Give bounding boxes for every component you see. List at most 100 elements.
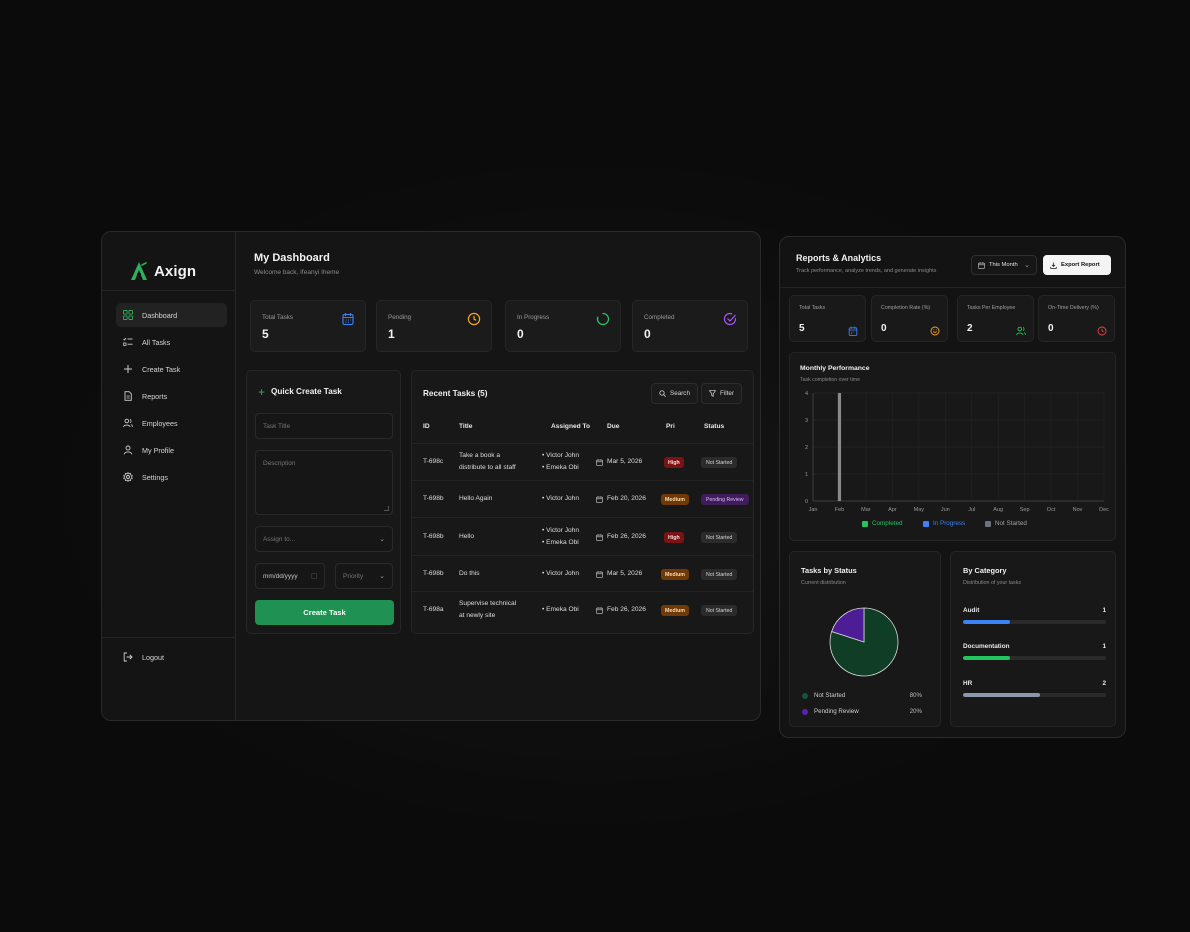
category-value: 1 (1102, 643, 1106, 650)
dashboard-main: My Dashboard Welcome back, Ifeanyi Iheme… (236, 232, 760, 720)
status-badge: Not Started (701, 532, 738, 543)
quick-create-panel: + Quick Create Task Task Title Descripti… (246, 370, 401, 634)
due-date: Feb 26, 2026 (607, 606, 646, 613)
period-select[interactable]: This Month ⌄ (971, 255, 1037, 275)
monthly-performance-panel: Monthly Performance Task completion over… (789, 352, 1116, 541)
stat-label: Total Tasks (799, 305, 826, 311)
task-id: T-698b (423, 570, 444, 577)
stat-label: Total Tasks (262, 314, 294, 321)
legend-percent: 80% (909, 692, 922, 699)
category-bar-fill (963, 656, 1011, 660)
task-title-line: distribute to all staff (459, 464, 516, 471)
calendar-icon (596, 533, 603, 541)
x-tick-label: Jun (941, 507, 950, 513)
category-name: Documentation (963, 643, 1010, 650)
priority-select[interactable]: Priority ⌄ (335, 563, 393, 589)
x-tick-label: May (914, 507, 925, 513)
column-header-priority[interactable]: Pri (666, 423, 675, 430)
check-circle-icon (723, 312, 737, 326)
task-id: T-698a (423, 606, 444, 613)
sidebar-item-settings[interactable]: Settings (116, 465, 227, 489)
table-row[interactable]: T-698b Hello Again • Victor John Feb 20,… (412, 480, 753, 516)
stat-card-in-progress: In Progress 0 (505, 300, 621, 352)
period-label: This Month (989, 262, 1018, 268)
column-header-assigned[interactable]: Assigned To (551, 423, 590, 430)
stat-card-completed: Completed 0 (632, 300, 748, 352)
legend-item-in-progress[interactable]: In Progress (923, 520, 965, 527)
description-textarea[interactable]: Description (255, 450, 393, 515)
table-row[interactable]: T-698b Hello • Victor John • Emeka Obi Fe… (412, 517, 753, 553)
quick-create-title: Quick Create Task (271, 387, 342, 396)
sidebar-item-all-tasks[interactable]: All Tasks (116, 330, 227, 354)
stat-value: 0 (1048, 323, 1054, 334)
resize-handle-icon[interactable] (384, 506, 389, 511)
sidebar-item-label: My Profile (142, 445, 174, 455)
sidebar-item-label: Dashboard (142, 310, 178, 320)
task-title-line: Take a book a (459, 452, 501, 459)
priority-badge: Medium (661, 494, 690, 505)
column-header-title[interactable]: Title (459, 423, 472, 430)
search-button[interactable]: Search (651, 383, 698, 404)
task-due: Mar 5, 2026 (596, 456, 642, 468)
assign-to-select[interactable]: Assign to... ⌄ (255, 526, 393, 552)
column-header-id[interactable]: ID (423, 423, 430, 430)
stat-value: 0 (517, 327, 524, 341)
due-date-input[interactable]: mm/dd/yyyy (255, 563, 325, 589)
report-stat-total-tasks: Total Tasks 5 (789, 295, 866, 342)
sidebar-item-employees[interactable]: Employees (116, 411, 227, 435)
status-legend-not-started: Not Started 80% (802, 692, 922, 699)
priority-badge: Medium (661, 605, 690, 616)
tasks-by-status-panel: Tasks by Status Current distribution Not… (789, 551, 941, 727)
gear-icon (123, 472, 133, 482)
column-header-status[interactable]: Status (704, 423, 724, 430)
calendar-icon (341, 312, 355, 326)
task-due: Feb 26, 2026 (596, 604, 646, 616)
stat-value: 5 (799, 323, 805, 334)
task-assignees: • Victor John (542, 570, 580, 577)
stat-card-pending: Pending 1 (376, 300, 492, 352)
stat-value: 0 (644, 327, 651, 341)
stat-label: In Progress (517, 314, 550, 321)
assignee: • Emeka Obi (542, 539, 579, 546)
page-subtitle: Welcome back, Ifeanyi Iheme (254, 269, 340, 276)
create-task-button[interactable]: Create Task (255, 600, 394, 625)
due-date: Feb 26, 2026 (607, 533, 646, 540)
due-date: Feb 20, 2026 (607, 495, 646, 502)
y-tick-label: 2 (805, 445, 808, 451)
task-title-input[interactable]: Task Title (255, 413, 393, 439)
dashboard-window: Axign Dashboard All Tasks Create Task Re… (101, 231, 761, 721)
filter-icon (709, 390, 716, 397)
search-icon (659, 390, 666, 397)
sidebar-item-my-profile[interactable]: My Profile (116, 438, 227, 462)
export-report-button[interactable]: Export Report (1043, 255, 1111, 275)
category-bar-track (963, 620, 1106, 624)
x-tick-label: Sep (1020, 507, 1030, 513)
column-header-due[interactable]: Due (607, 423, 619, 430)
sidebar-item-dashboard[interactable]: Dashboard (116, 303, 227, 327)
table-row[interactable]: T-698b Do this • Victor John Mar 5, 2026… (412, 555, 753, 591)
category-row-documentation: Documentation 1 (963, 643, 1106, 660)
chart-bar-feb (837, 393, 842, 501)
table-row[interactable]: T-698c Take a book a distribute to all st… (412, 443, 753, 479)
sidebar-item-reports[interactable]: Reports (116, 384, 227, 408)
x-tick-label: Mar (861, 507, 871, 513)
category-bar-track (963, 656, 1106, 660)
stat-label: Pending (388, 314, 412, 321)
reports-title: Reports & Analytics (796, 253, 882, 263)
brand-logo[interactable]: Axign (102, 232, 235, 290)
calendar-icon[interactable] (311, 573, 317, 579)
sidebar-item-create-task[interactable]: Create Task (116, 357, 227, 381)
task-assignees: • Victor John • Emeka Obi (542, 450, 602, 474)
users-icon (123, 418, 133, 428)
legend-item-completed[interactable]: Completed (862, 520, 902, 527)
x-tick-label: Aug (993, 507, 1003, 513)
filter-button[interactable]: Filter (701, 383, 742, 404)
plus-icon: + (258, 384, 266, 399)
sidebar-item-label: Reports (142, 391, 168, 401)
priority-placeholder: Priority (343, 572, 364, 580)
table-row[interactable]: T-698a Supervise technical at newly site … (412, 591, 753, 627)
legend-item-not-started[interactable]: Not Started (985, 520, 1027, 527)
legend-label: Completed (872, 520, 903, 527)
logout-button[interactable]: Logout (123, 652, 164, 662)
assign-placeholder: Assign to... (263, 535, 296, 543)
